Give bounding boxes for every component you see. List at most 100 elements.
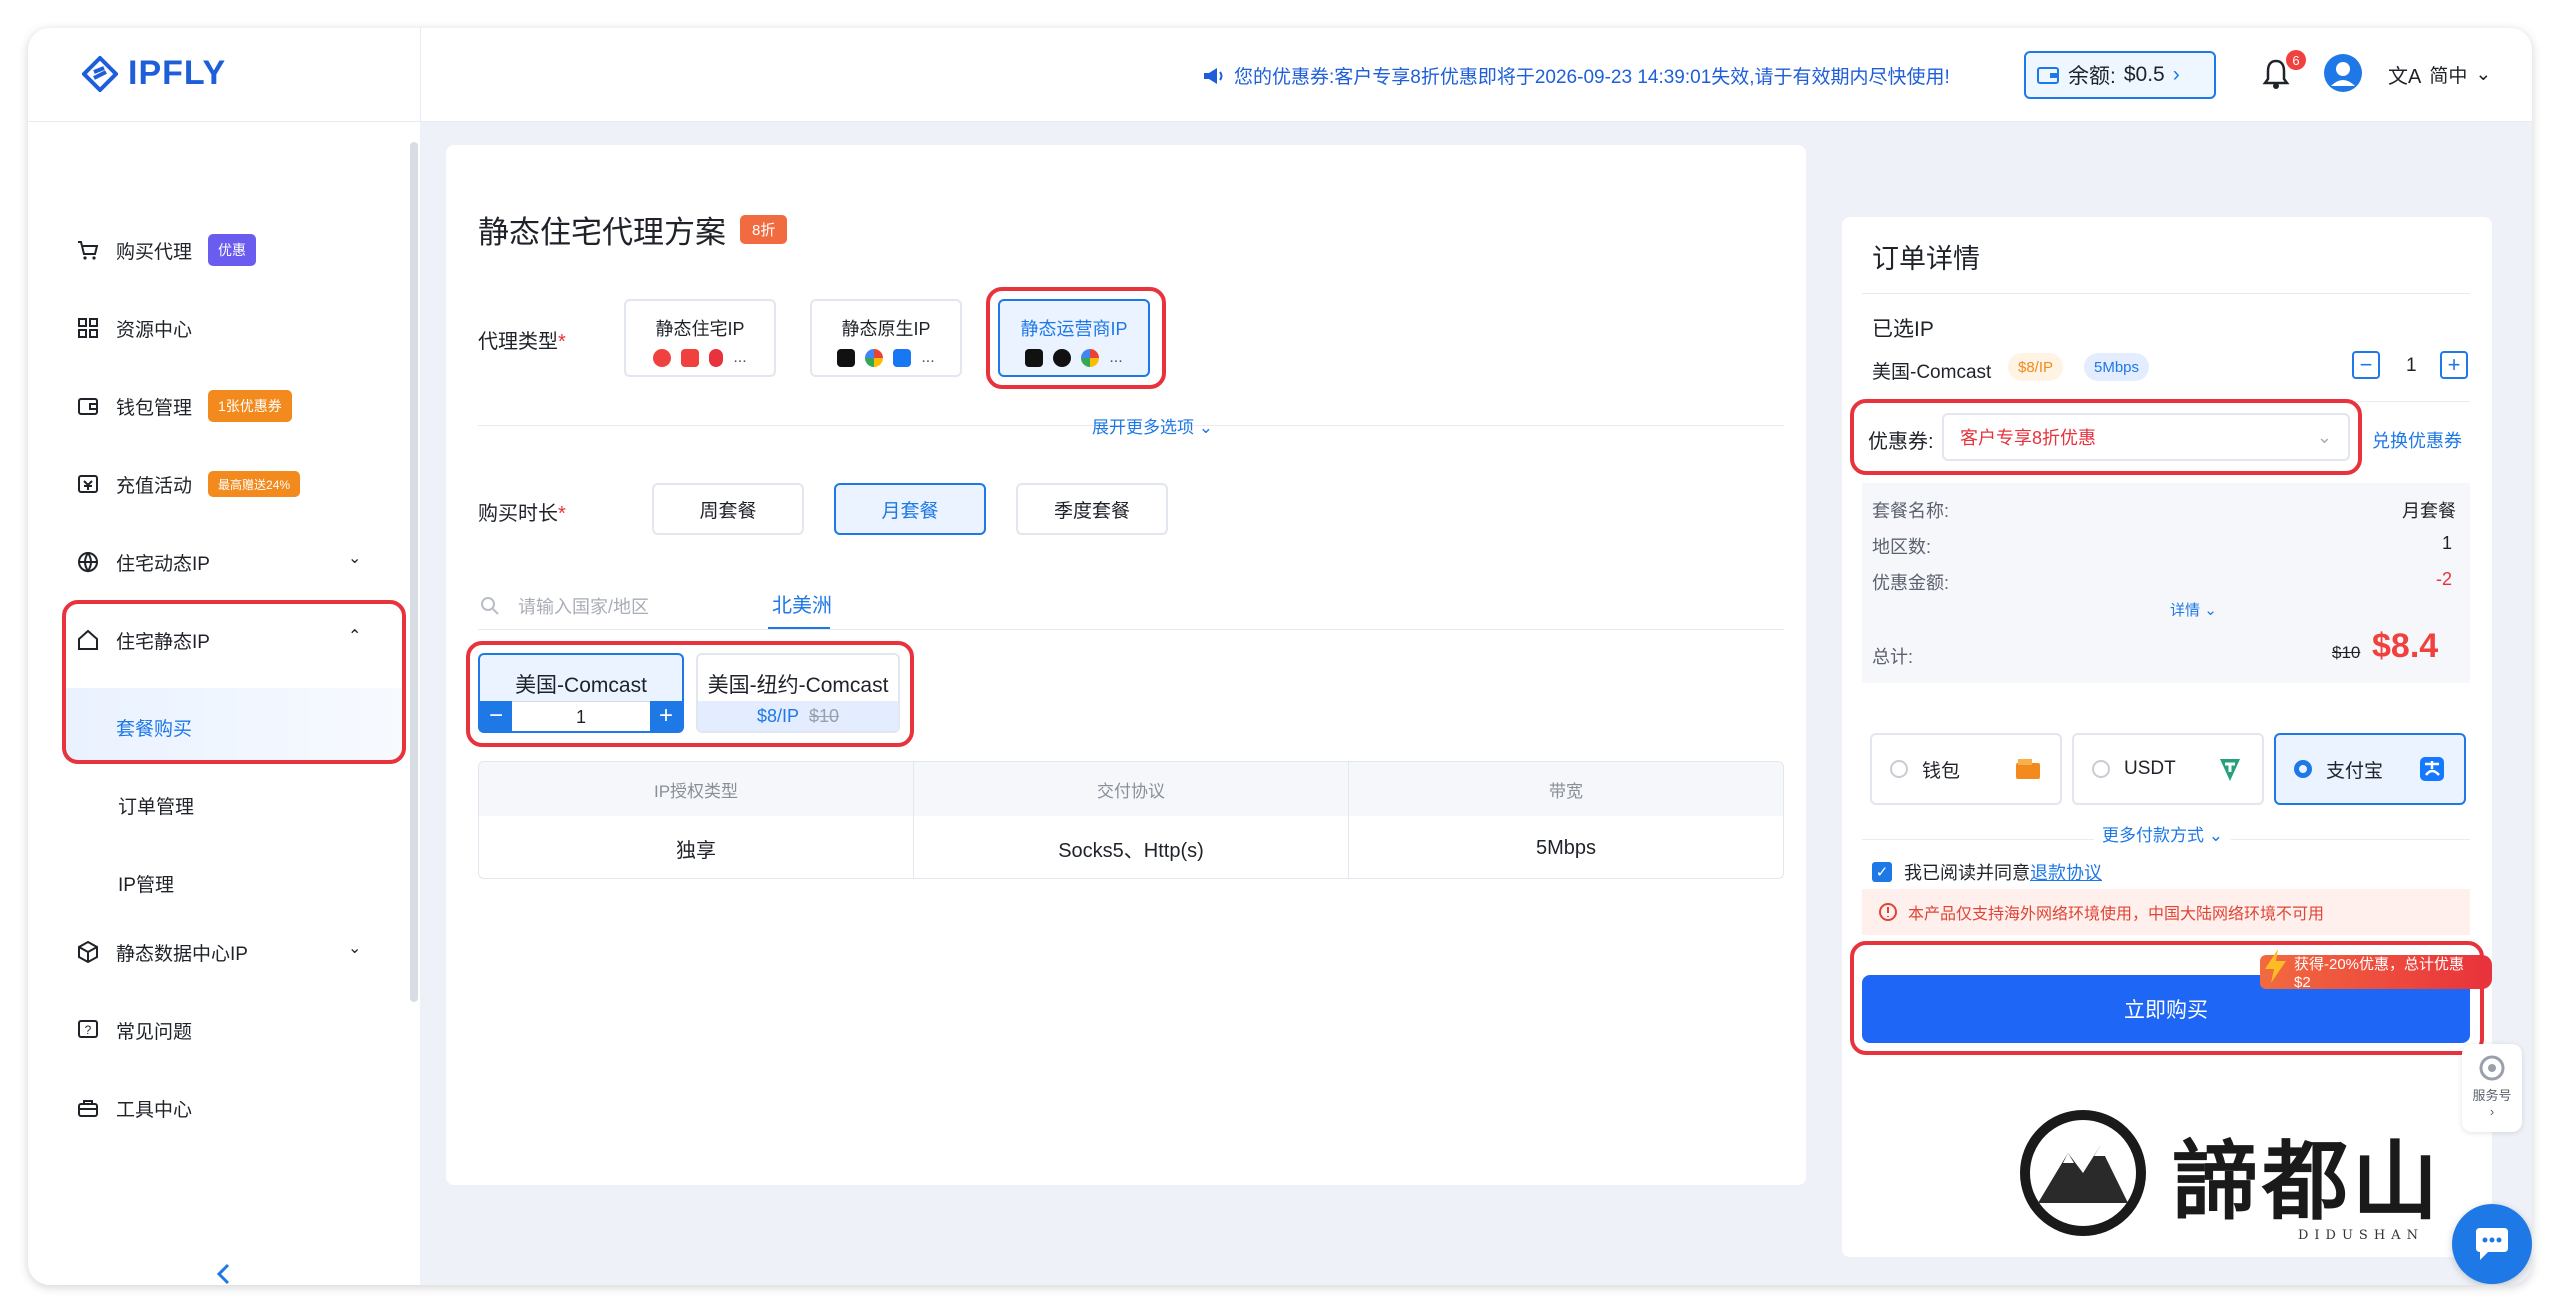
google-icon (865, 349, 884, 367)
sidebar-item-label: 工具中心 (116, 1099, 193, 1121)
watermark: 諦都山 (2008, 1108, 2442, 1238)
alipay-icon (2420, 757, 2444, 781)
mountain-logo-icon (2020, 1110, 2146, 1236)
collapse-sidebar-icon[interactable] (214, 1262, 234, 1285)
cart-icon (78, 241, 99, 260)
required-mark: * (558, 503, 566, 525)
expand-more-options[interactable]: 展开更多选项 ⌄ (1092, 413, 1213, 438)
total-label: 总计: (1872, 647, 1914, 667)
watermark-text: 諦都山 (2172, 1130, 2442, 1232)
chevron-down-icon: ⌄ (2204, 602, 2217, 619)
quantity-value: 1 (2406, 355, 2417, 376)
question-icon: ? (78, 1020, 98, 1038)
radio (2092, 760, 2110, 778)
sidebar-item-wallet[interactable]: 钱包管理 1张优惠券 (76, 386, 292, 426)
service-account-widget[interactable]: 服务号 › (2462, 1044, 2522, 1132)
more-icons: ... (733, 349, 747, 366)
logo[interactable]: IPFLY (82, 54, 226, 93)
highlight-box-sidebar (62, 600, 406, 764)
page-title: 静态住宅代理方案 8折 (478, 207, 788, 252)
divider (478, 629, 1784, 630)
app-icon-heart (709, 349, 724, 367)
duration-quarterly[interactable]: 季度套餐 (1016, 483, 1168, 535)
watermark-subtext: DIDUSHAN (2298, 1228, 2424, 1243)
spec-table: IP授权类型 交付协议 带宽 独享 Socks5、Http(s) 5Mbps (478, 761, 1784, 879)
payment-label: 支付宝 (2326, 760, 2384, 782)
sidebar-item-label: 住宅动态IP (116, 553, 210, 575)
refund-policy-link[interactable]: 退款协议 (2030, 859, 2102, 885)
payment-label: 钱包 (1922, 760, 1961, 782)
sidebar-item-label: 资源中心 (116, 319, 193, 341)
proxy-type-static-native[interactable]: 静态原生IP ... (810, 299, 962, 377)
order-panel: 订单详情 已选IP 美国-Comcast $8/IP 5Mbps − 1 + 优… (1842, 217, 2492, 1257)
proxy-type-name: 静态原生IP (841, 319, 931, 339)
chevron-down-icon: ⌄ (348, 550, 362, 567)
sidebar-item-ip-management[interactable]: IP管理 (118, 870, 174, 897)
sidebar-item-orders[interactable]: 订单管理 (118, 792, 194, 819)
chevron-down-icon: ⌄ (348, 940, 362, 957)
duration-weekly[interactable]: 周套餐 (652, 483, 804, 535)
summary-label: 地区数: (1872, 537, 1932, 557)
sidebar-item-buy-proxy[interactable]: 购买代理 优惠 (76, 230, 257, 270)
wallet-icon (2037, 67, 2059, 84)
order-title: 订单详情 (1872, 244, 1980, 274)
more-payment-methods[interactable]: 更多付款方式 ⌄ (2094, 821, 2231, 846)
search-input[interactable]: 请输入国家/地区 (518, 593, 649, 619)
sidebar-item-datacenter-ip[interactable]: 静态数据中心IP (76, 932, 248, 972)
sidebar-item-tools[interactable]: 工具中心 (76, 1088, 192, 1128)
gift-icon (78, 475, 98, 493)
payment-usdt[interactable]: USDT (2072, 733, 2264, 805)
sidebar-item-recharge[interactable]: 充值活动 最高赠送24% (76, 464, 301, 504)
selected-ip-label: 已选IP (1872, 318, 1934, 341)
detail-toggle[interactable]: 详情 ⌄ (2170, 599, 2217, 620)
megaphone-icon (1204, 67, 1223, 84)
table-header: IP授权类型 交付协议 带宽 (479, 762, 1783, 816)
redeem-coupon-link[interactable]: 兑换优惠券 (2372, 427, 2462, 453)
proxy-type-label: 代理类型* (478, 325, 566, 354)
duration-label-text: 购买时长 (478, 503, 558, 525)
duration-monthly[interactable]: 月套餐 (834, 483, 986, 535)
divider (1862, 293, 2470, 294)
payment-alipay[interactable]: 支付宝 (2274, 733, 2466, 805)
warning-icon (1879, 903, 1897, 921)
language-switcher[interactable]: 文A 简中 ⌄ (2388, 60, 2491, 89)
facebook-icon (893, 349, 912, 367)
radio-selected (2294, 760, 2312, 778)
discount-badge: 8折 (740, 215, 788, 244)
proxy-type-icons: ... (626, 349, 774, 367)
column-header: 带宽 (1549, 781, 1583, 801)
decrement-button[interactable]: − (2352, 351, 2380, 379)
agree-checkbox[interactable]: ✓ (1872, 862, 1892, 882)
price-tag: $8/IP (2008, 353, 2064, 381)
sidebar-scrollbar[interactable] (410, 142, 418, 1002)
region-search[interactable]: 请输入国家/地区 (480, 593, 649, 619)
selected-ip-name: 美国-Comcast (1872, 362, 1992, 383)
tab-north-america[interactable]: 北美洲 (772, 589, 832, 618)
proxy-type-static-residential[interactable]: 静态住宅IP ... (624, 299, 776, 377)
total-price: $8.4 (2372, 627, 2439, 665)
sidebar-item-resources[interactable]: 资源中心 (76, 308, 192, 348)
detail-toggle-text: 详情 (2170, 602, 2201, 619)
chevron-down-icon: ⌄ (2208, 826, 2223, 845)
coupon-notice[interactable]: 您的优惠券:客户专享8折优惠即将于2026-09-23 14:39:01失效,请… (1202, 62, 1950, 89)
proxy-type-name: 静态住宅IP (655, 319, 745, 339)
column-header: IP授权类型 (479, 762, 914, 816)
balance-value: $0.5 (2123, 63, 2165, 86)
balance-button[interactable]: 余额: $0.5 › (2024, 51, 2216, 99)
sidebar-item-faq[interactable]: ? 常见问题 (76, 1010, 192, 1050)
sidebar-item-label: 常见问题 (116, 1021, 193, 1043)
chat-button[interactable] (2452, 1204, 2532, 1284)
chevron-down-icon: ⌄ (1198, 418, 1213, 437)
sidebar: 购买代理 优惠 资源中心 钱包管理 1张优惠券 充值活动 最高赠送24% 住宅动… (28, 122, 420, 1285)
app-icon-red (653, 349, 672, 367)
notice-text: 您的优惠券:客户专享8折优惠即将于2026-09-23 14:39:01失效,请… (1234, 67, 1950, 88)
payment-wallet[interactable]: 钱包 (1870, 733, 2062, 805)
highlight-box-coupon (1850, 399, 2362, 475)
increment-button[interactable]: + (2440, 351, 2468, 379)
avatar[interactable] (2324, 54, 2362, 92)
tiktok-icon (837, 349, 856, 367)
required-mark: * (558, 331, 566, 353)
app-icon-square (681, 349, 700, 367)
expand-more-text: 展开更多选项 (1092, 418, 1194, 437)
balance-label: 余额: (2068, 65, 2116, 88)
